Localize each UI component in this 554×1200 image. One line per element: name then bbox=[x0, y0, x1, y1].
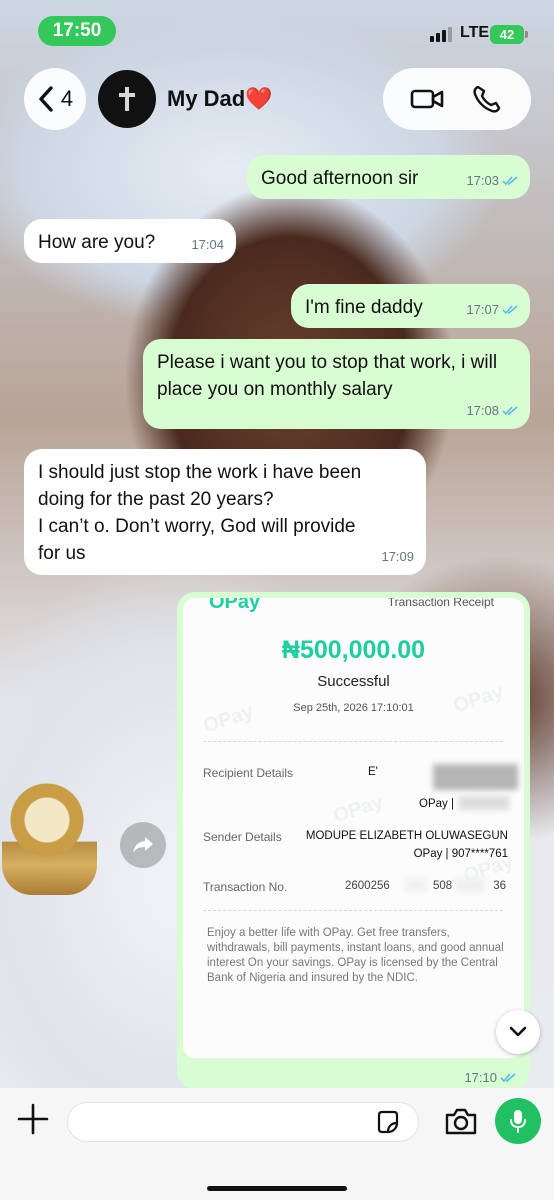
contact-name-text: My Dad bbox=[167, 86, 246, 111]
chat-header: 4 My Dad❤️ bbox=[0, 62, 554, 142]
status-time[interactable]: 17:50 bbox=[38, 16, 116, 46]
message-time: 17:10 bbox=[464, 1070, 497, 1085]
message-bubble[interactable]: How are you? 17:04 bbox=[24, 219, 236, 263]
message-line: for us bbox=[38, 543, 86, 564]
receipt-watermark: OPay bbox=[330, 790, 387, 828]
message-bubble[interactable]: I should just stop the work i have been … bbox=[24, 449, 426, 575]
divider bbox=[203, 910, 503, 911]
transaction-receipt-image[interactable]: OPay OPay OPay OPay OPay Transaction Rec… bbox=[183, 598, 524, 1058]
message-text: Please i want you to stop that work, i w… bbox=[157, 352, 498, 400]
redacted-block bbox=[433, 764, 518, 790]
microphone-icon bbox=[510, 1110, 526, 1133]
message-bubble[interactable]: I'm fine daddy 17:07 bbox=[291, 284, 530, 328]
double-check-icon bbox=[502, 304, 518, 314]
double-check-icon bbox=[502, 175, 518, 185]
message-text: How are you? bbox=[38, 232, 156, 253]
receipt-brand: OPay bbox=[209, 598, 261, 613]
forward-button[interactable] bbox=[120, 822, 166, 868]
transaction-no-part: 36 bbox=[493, 880, 506, 892]
redacted-block bbox=[455, 878, 485, 892]
microphone-button[interactable] bbox=[495, 1098, 541, 1144]
sender-name: MODUPE ELIZABETH OLUWASEGUN bbox=[305, 830, 508, 842]
message-meta: 17:07 bbox=[466, 296, 518, 323]
message-meta: 17:10 bbox=[464, 1070, 516, 1085]
network-label: LTE bbox=[460, 24, 490, 41]
message-time: 17:07 bbox=[466, 302, 499, 317]
sender-bank: OPay | 907****761 bbox=[413, 848, 508, 860]
image-message-bubble[interactable]: OPay OPay OPay OPay OPay Transaction Rec… bbox=[177, 592, 530, 1089]
message-meta: 17:08 bbox=[466, 397, 518, 424]
scroll-to-bottom-button[interactable] bbox=[496, 1010, 540, 1054]
chevron-left-icon bbox=[39, 86, 53, 112]
redacted-block bbox=[459, 796, 509, 810]
transaction-no-part: 2600256 bbox=[345, 880, 390, 892]
transaction-no-label: Transaction No. bbox=[203, 880, 288, 894]
heart-emoji: ❤️ bbox=[245, 86, 273, 111]
divider bbox=[203, 741, 503, 742]
video-camera-icon[interactable] bbox=[410, 84, 444, 114]
message-line: I should just stop the work i have been bbox=[38, 462, 362, 483]
receipt-title: Transaction Receipt bbox=[387, 598, 494, 609]
avatar[interactable] bbox=[98, 70, 156, 128]
message-text: Good afternoon sir bbox=[261, 168, 419, 189]
transaction-no-part: 508 bbox=[433, 880, 453, 892]
recipient-label: Recipient Details bbox=[203, 766, 294, 780]
home-indicator bbox=[207, 1186, 347, 1191]
double-check-icon bbox=[502, 405, 518, 415]
phone-icon[interactable] bbox=[470, 84, 504, 114]
message-time: 17:08 bbox=[466, 403, 499, 418]
receipt-footer: Enjoy a better life with OPay. Get free … bbox=[207, 927, 504, 984]
message-time: 17:09 bbox=[381, 549, 414, 564]
camera-icon[interactable] bbox=[444, 1106, 478, 1136]
message-meta: 17:04 bbox=[191, 231, 224, 258]
receipt-status: Successful bbox=[317, 673, 390, 690]
signal-icon bbox=[430, 27, 452, 42]
receipt-date: Sep 25th, 2026 17:10:01 bbox=[293, 702, 414, 714]
battery-icon: 42 bbox=[490, 25, 528, 44]
message-meta: 17:09 bbox=[381, 543, 414, 570]
wallpaper-watch bbox=[2, 775, 97, 895]
recipient-bank: OPay | bbox=[419, 798, 454, 810]
message-bubble[interactable]: Please i want you to stop that work, i w… bbox=[143, 339, 530, 429]
message-text: I'm fine daddy bbox=[305, 297, 423, 318]
forward-arrow-icon bbox=[133, 837, 153, 853]
message-line: I can’t o. Don’t worry, God will provide bbox=[38, 516, 356, 537]
redacted-block bbox=[405, 878, 427, 892]
sticker-icon[interactable] bbox=[375, 1109, 401, 1135]
message-composer bbox=[0, 1088, 554, 1200]
message-meta: 17:03 bbox=[466, 167, 518, 194]
back-button[interactable]: 4 bbox=[24, 68, 86, 130]
sender-label: Sender Details bbox=[203, 830, 282, 844]
call-actions bbox=[383, 68, 531, 130]
double-check-icon bbox=[500, 1072, 516, 1082]
contact-name[interactable]: My Dad❤️ bbox=[167, 86, 273, 112]
chevron-down-icon bbox=[509, 1026, 527, 1037]
message-bubble[interactable]: Good afternoon sir 17:03 bbox=[247, 155, 530, 199]
receipt-amount: ₦500,000.00 bbox=[281, 636, 426, 664]
message-time: 17:04 bbox=[191, 237, 224, 252]
message-line: doing for the past 20 years? bbox=[38, 489, 274, 510]
recipient-name: E' bbox=[368, 766, 378, 778]
message-input[interactable] bbox=[67, 1102, 419, 1142]
unread-count: 4 bbox=[60, 86, 74, 111]
status-bar: 17:50 LTE 42 bbox=[0, 0, 554, 62]
plus-icon[interactable] bbox=[16, 1102, 50, 1136]
message-time: 17:03 bbox=[466, 173, 499, 188]
avatar-cross-icon bbox=[119, 87, 135, 111]
